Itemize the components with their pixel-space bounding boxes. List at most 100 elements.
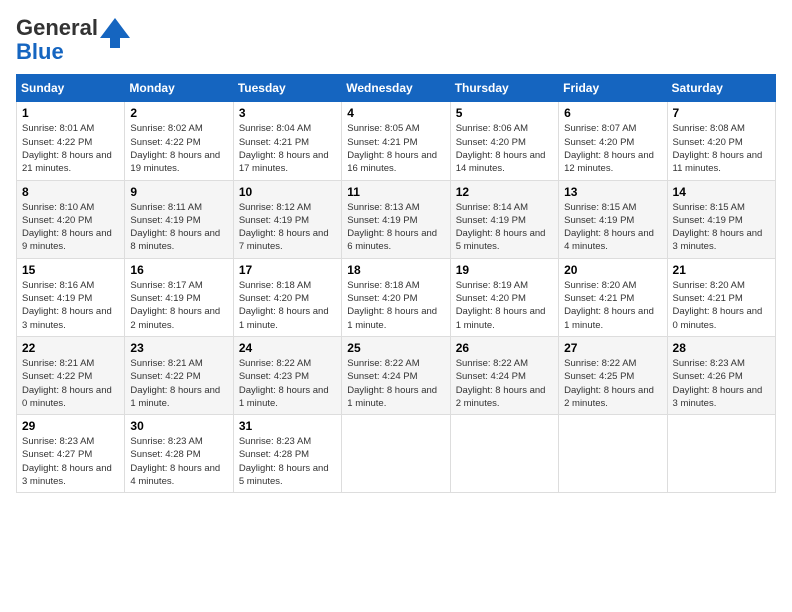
calendar-week-row: 8 Sunrise: 8:10 AMSunset: 4:20 PMDayligh… (17, 180, 776, 258)
day-number: 19 (456, 263, 553, 277)
calendar-cell: 21 Sunrise: 8:20 AMSunset: 4:21 PMDaylig… (667, 258, 775, 336)
calendar-cell: 2 Sunrise: 8:02 AMSunset: 4:22 PMDayligh… (125, 102, 233, 180)
weekday-header-row: SundayMondayTuesdayWednesdayThursdayFrid… (17, 75, 776, 102)
day-number: 5 (456, 106, 553, 120)
day-info: Sunrise: 8:20 AMSunset: 4:21 PMDaylight:… (564, 280, 654, 331)
calendar-cell: 12 Sunrise: 8:14 AMSunset: 4:19 PMDaylig… (450, 180, 558, 258)
day-number: 4 (347, 106, 444, 120)
calendar-cell (450, 415, 558, 493)
calendar-cell: 8 Sunrise: 8:10 AMSunset: 4:20 PMDayligh… (17, 180, 125, 258)
day-number: 18 (347, 263, 444, 277)
weekday-header: Wednesday (342, 75, 450, 102)
logo-general: General (16, 15, 98, 40)
calendar-cell: 27 Sunrise: 8:22 AMSunset: 4:25 PMDaylig… (559, 336, 667, 414)
calendar-cell: 24 Sunrise: 8:22 AMSunset: 4:23 PMDaylig… (233, 336, 341, 414)
calendar-cell: 3 Sunrise: 8:04 AMSunset: 4:21 PMDayligh… (233, 102, 341, 180)
calendar-cell: 10 Sunrise: 8:12 AMSunset: 4:19 PMDaylig… (233, 180, 341, 258)
day-info: Sunrise: 8:05 AMSunset: 4:21 PMDaylight:… (347, 123, 437, 174)
day-number: 14 (673, 185, 770, 199)
day-number: 23 (130, 341, 227, 355)
day-number: 1 (22, 106, 119, 120)
logo-text: General Blue (16, 16, 98, 64)
day-number: 29 (22, 419, 119, 433)
day-info: Sunrise: 8:21 AMSunset: 4:22 PMDaylight:… (130, 358, 220, 409)
calendar-cell (342, 415, 450, 493)
logo-icon (100, 18, 130, 48)
day-number: 8 (22, 185, 119, 199)
calendar-cell: 22 Sunrise: 8:21 AMSunset: 4:22 PMDaylig… (17, 336, 125, 414)
day-number: 16 (130, 263, 227, 277)
day-number: 15 (22, 263, 119, 277)
weekday-header: Saturday (667, 75, 775, 102)
day-info: Sunrise: 8:12 AMSunset: 4:19 PMDaylight:… (239, 202, 329, 253)
calendar-cell: 26 Sunrise: 8:22 AMSunset: 4:24 PMDaylig… (450, 336, 558, 414)
calendar-cell: 1 Sunrise: 8:01 AMSunset: 4:22 PMDayligh… (17, 102, 125, 180)
day-number: 24 (239, 341, 336, 355)
calendar-cell: 20 Sunrise: 8:20 AMSunset: 4:21 PMDaylig… (559, 258, 667, 336)
calendar-week-row: 22 Sunrise: 8:21 AMSunset: 4:22 PMDaylig… (17, 336, 776, 414)
weekday-header: Tuesday (233, 75, 341, 102)
day-info: Sunrise: 8:14 AMSunset: 4:19 PMDaylight:… (456, 202, 546, 253)
day-info: Sunrise: 8:08 AMSunset: 4:20 PMDaylight:… (673, 123, 763, 174)
day-number: 26 (456, 341, 553, 355)
calendar-week-row: 1 Sunrise: 8:01 AMSunset: 4:22 PMDayligh… (17, 102, 776, 180)
calendar-cell: 18 Sunrise: 8:18 AMSunset: 4:20 PMDaylig… (342, 258, 450, 336)
day-number: 25 (347, 341, 444, 355)
calendar-cell: 5 Sunrise: 8:06 AMSunset: 4:20 PMDayligh… (450, 102, 558, 180)
day-number: 31 (239, 419, 336, 433)
day-info: Sunrise: 8:18 AMSunset: 4:20 PMDaylight:… (239, 280, 329, 331)
logo: General Blue (16, 16, 130, 64)
calendar-cell (667, 415, 775, 493)
day-number: 28 (673, 341, 770, 355)
calendar-cell: 16 Sunrise: 8:17 AMSunset: 4:19 PMDaylig… (125, 258, 233, 336)
day-info: Sunrise: 8:15 AMSunset: 4:19 PMDaylight:… (673, 202, 763, 253)
calendar-cell: 13 Sunrise: 8:15 AMSunset: 4:19 PMDaylig… (559, 180, 667, 258)
calendar-week-row: 15 Sunrise: 8:16 AMSunset: 4:19 PMDaylig… (17, 258, 776, 336)
calendar-cell: 15 Sunrise: 8:16 AMSunset: 4:19 PMDaylig… (17, 258, 125, 336)
day-number: 6 (564, 106, 661, 120)
day-number: 12 (456, 185, 553, 199)
calendar-cell: 31 Sunrise: 8:23 AMSunset: 4:28 PMDaylig… (233, 415, 341, 493)
weekday-header: Monday (125, 75, 233, 102)
day-number: 20 (564, 263, 661, 277)
day-info: Sunrise: 8:22 AMSunset: 4:23 PMDaylight:… (239, 358, 329, 409)
day-number: 13 (564, 185, 661, 199)
day-number: 22 (22, 341, 119, 355)
calendar-week-row: 29 Sunrise: 8:23 AMSunset: 4:27 PMDaylig… (17, 415, 776, 493)
day-info: Sunrise: 8:07 AMSunset: 4:20 PMDaylight:… (564, 123, 654, 174)
day-info: Sunrise: 8:06 AMSunset: 4:20 PMDaylight:… (456, 123, 546, 174)
day-number: 7 (673, 106, 770, 120)
calendar-cell: 7 Sunrise: 8:08 AMSunset: 4:20 PMDayligh… (667, 102, 775, 180)
calendar-cell: 19 Sunrise: 8:19 AMSunset: 4:20 PMDaylig… (450, 258, 558, 336)
day-info: Sunrise: 8:10 AMSunset: 4:20 PMDaylight:… (22, 202, 112, 253)
day-number: 2 (130, 106, 227, 120)
page-container: General Blue SundayMondayTuesdayWednesda… (0, 0, 792, 501)
day-info: Sunrise: 8:23 AMSunset: 4:28 PMDaylight:… (130, 436, 220, 487)
day-info: Sunrise: 8:13 AMSunset: 4:19 PMDaylight:… (347, 202, 437, 253)
calendar-cell: 23 Sunrise: 8:21 AMSunset: 4:22 PMDaylig… (125, 336, 233, 414)
day-info: Sunrise: 8:20 AMSunset: 4:21 PMDaylight:… (673, 280, 763, 331)
day-info: Sunrise: 8:22 AMSunset: 4:24 PMDaylight:… (456, 358, 546, 409)
weekday-header: Sunday (17, 75, 125, 102)
weekday-header: Friday (559, 75, 667, 102)
day-number: 11 (347, 185, 444, 199)
day-info: Sunrise: 8:23 AMSunset: 4:26 PMDaylight:… (673, 358, 763, 409)
day-number: 3 (239, 106, 336, 120)
day-number: 10 (239, 185, 336, 199)
calendar-cell (559, 415, 667, 493)
day-number: 17 (239, 263, 336, 277)
day-number: 30 (130, 419, 227, 433)
day-info: Sunrise: 8:22 AMSunset: 4:25 PMDaylight:… (564, 358, 654, 409)
day-info: Sunrise: 8:16 AMSunset: 4:19 PMDaylight:… (22, 280, 112, 331)
calendar-cell: 30 Sunrise: 8:23 AMSunset: 4:28 PMDaylig… (125, 415, 233, 493)
day-info: Sunrise: 8:19 AMSunset: 4:20 PMDaylight:… (456, 280, 546, 331)
day-info: Sunrise: 8:23 AMSunset: 4:28 PMDaylight:… (239, 436, 329, 487)
calendar-cell: 6 Sunrise: 8:07 AMSunset: 4:20 PMDayligh… (559, 102, 667, 180)
page-header: General Blue (16, 16, 776, 64)
day-number: 21 (673, 263, 770, 277)
day-number: 9 (130, 185, 227, 199)
day-info: Sunrise: 8:21 AMSunset: 4:22 PMDaylight:… (22, 358, 112, 409)
calendar-table: SundayMondayTuesdayWednesdayThursdayFrid… (16, 74, 776, 493)
calendar-cell: 17 Sunrise: 8:18 AMSunset: 4:20 PMDaylig… (233, 258, 341, 336)
day-info: Sunrise: 8:15 AMSunset: 4:19 PMDaylight:… (564, 202, 654, 253)
